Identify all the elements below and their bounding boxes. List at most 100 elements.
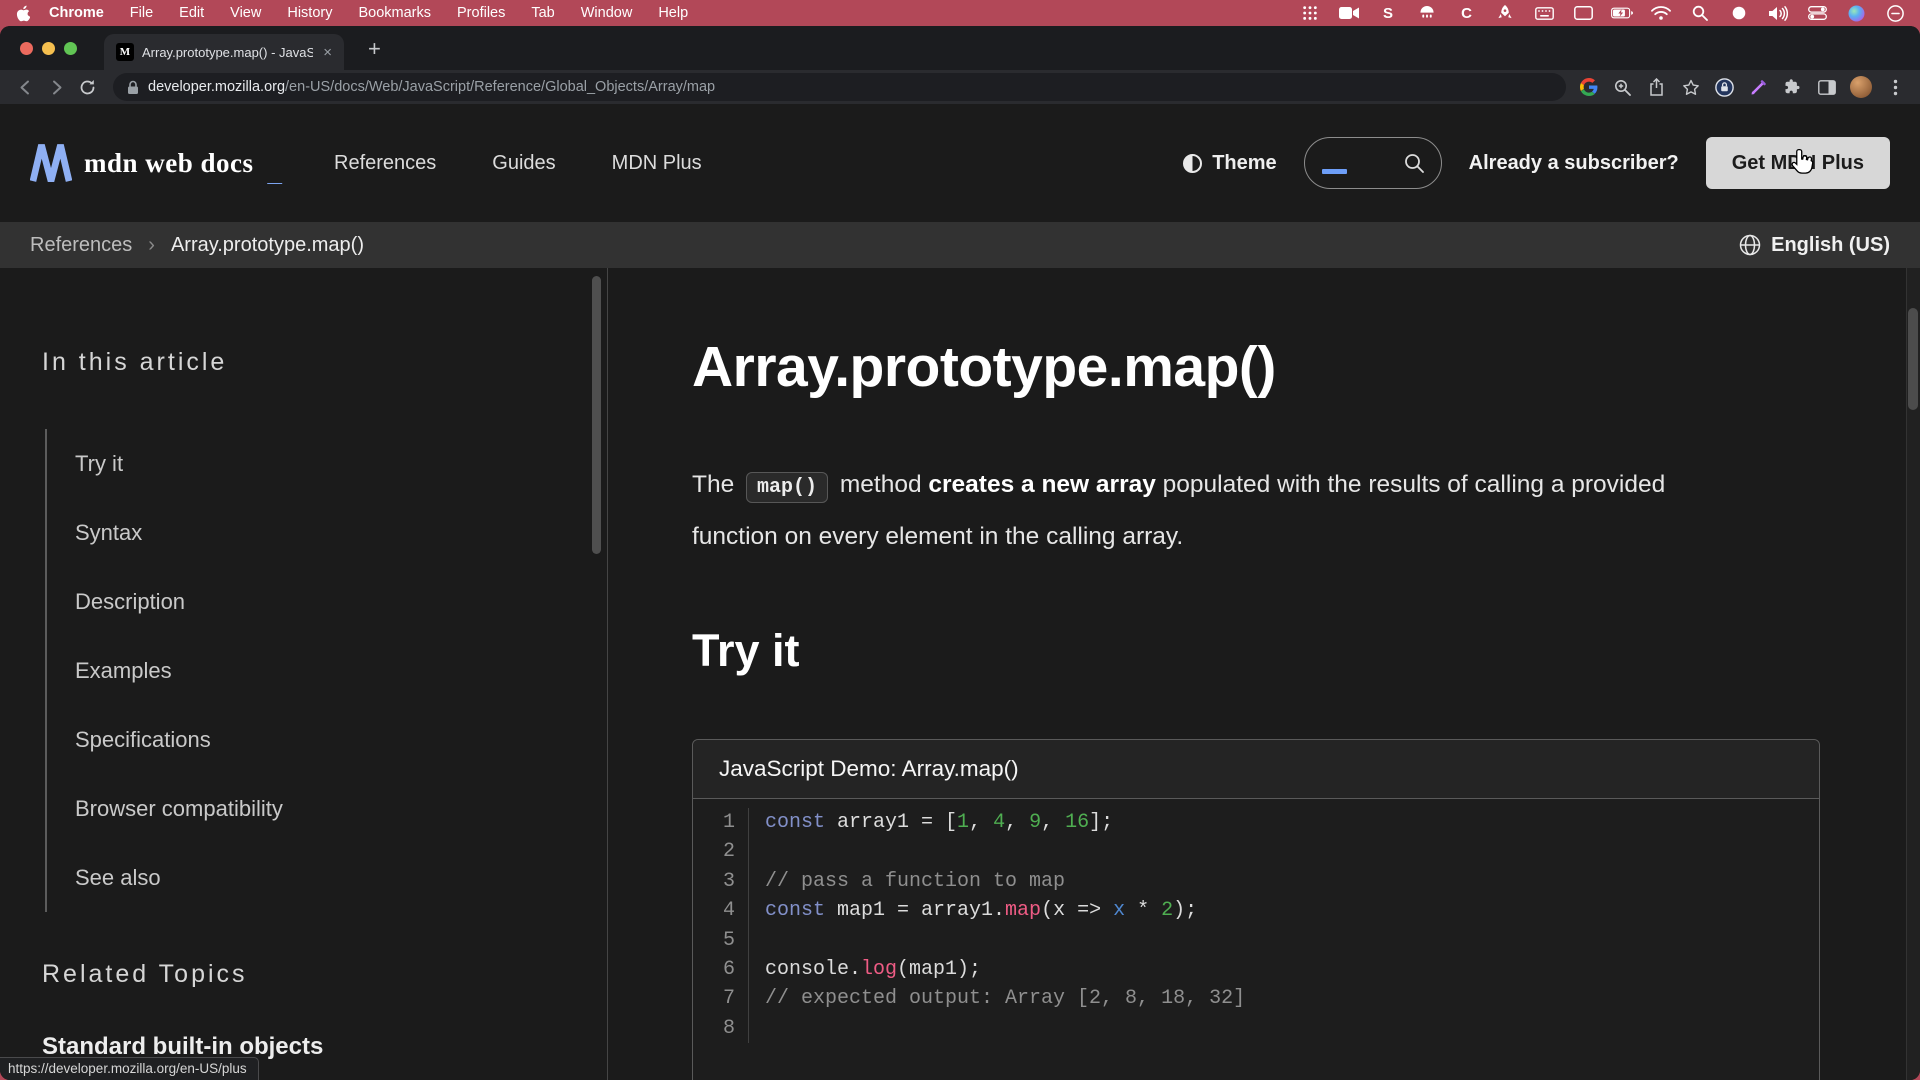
stats-icon[interactable]: S [1377,4,1399,22]
strainer-icon[interactable] [1416,4,1438,22]
interactive-demo: JavaScript Demo: Array.map() 1const arra… [692,739,1820,1080]
tab-title: Array.prototype.map() - JavaS [142,45,313,60]
menu-profiles[interactable]: Profiles [444,5,518,21]
already-subscriber-link[interactable]: Already a subscriber? [1469,152,1679,175]
menu-help[interactable]: Help [645,5,701,21]
menu-window[interactable]: Window [568,5,646,21]
nav-mdn-plus[interactable]: MDN Plus [612,152,702,175]
profile-avatar[interactable] [1850,76,1872,98]
menubar-status-icons: SC [1299,4,1910,22]
menu-file[interactable]: File [117,5,166,21]
apple-icon[interactable] [16,5,30,22]
menu-view[interactable]: View [217,5,274,21]
tab-strip: M Array.prototype.map() - JavaS × + [0,26,1920,70]
search-input[interactable] [1304,137,1442,189]
nav-references[interactable]: References [334,152,436,175]
reload-icon[interactable] [74,74,101,101]
code-text: console.log(map1); [749,955,981,984]
nav-guides[interactable]: Guides [492,152,555,175]
code-text: const array1 = [1, 4, 9, 16]; [749,808,1113,837]
menu-kebab-icon[interactable] [1885,77,1906,98]
code-line: 2 [693,837,1819,866]
page-title: Array.prototype.map() [692,334,1906,400]
toc-item-see-also[interactable]: See also [75,843,607,912]
code-text: // expected output: Array [2, 8, 18, 32] [749,984,1245,1013]
search-icon[interactable] [1689,4,1711,22]
code-editor[interactable]: 1const array1 = [1, 4, 9, 16];2 3// pass… [693,799,1819,1080]
menu-tab[interactable]: Tab [518,5,567,21]
intro-segment: method [833,471,928,498]
page-scrollbar-thumb[interactable] [1908,308,1918,410]
new-tab-button[interactable]: + [362,34,387,64]
siri-icon[interactable] [1845,4,1867,22]
toc-item-browser-compatibility[interactable]: Browser compatibility [75,774,607,843]
line-number: 6 [693,955,749,984]
record-icon[interactable] [1728,4,1750,22]
keypad-icon[interactable] [1299,4,1321,22]
close-window-button[interactable] [20,42,33,55]
code-text [749,926,777,955]
browser-tab[interactable]: M Array.prototype.map() - JavaS × [104,34,344,70]
related-topics-heading: Related Topics [42,960,607,989]
password-manager-icon[interactable] [1714,77,1735,98]
theme-toggle[interactable]: Theme [1183,152,1276,175]
bookmark-star-icon[interactable] [1680,77,1701,98]
wifi-icon[interactable] [1650,4,1672,22]
mdn-header-actions: Theme Already a subscriber? Get MDN Plus [1183,137,1890,189]
get-mdn-plus-button[interactable]: Get MDN Plus [1706,137,1890,189]
fullscreen-window-button[interactable] [64,42,77,55]
menu-edit[interactable]: Edit [166,5,217,21]
extensions-puzzle-icon[interactable] [1782,77,1803,98]
volume-icon[interactable] [1767,4,1789,22]
mdn-logo-m-icon [30,144,72,182]
line-number: 5 [693,926,749,955]
keyboard-icon[interactable] [1533,4,1555,22]
search-magnifier-icon[interactable] [1404,153,1424,173]
toc-item-examples[interactable]: Examples [75,636,607,705]
menu-chrome[interactable]: Chrome [36,5,117,21]
intro-paragraph: The map() method creates a new array pop… [692,460,1712,561]
tryit-heading: Try it [692,625,1906,677]
sidebar-panel-icon[interactable] [1816,77,1837,98]
toc-item-try-it[interactable]: Try it [75,429,607,498]
mdn-logo[interactable]: mdn web docs _ [30,144,282,182]
share-icon[interactable] [1646,77,1667,98]
minimize-window-button[interactable] [42,42,55,55]
menu-bookmarks[interactable]: Bookmarks [345,5,444,21]
display-icon[interactable] [1572,4,1594,22]
sidebar-scrollbar-thumb[interactable] [592,276,601,554]
pen-icon[interactable] [1748,77,1769,98]
camera-icon[interactable] [1338,4,1360,22]
battery-icon[interactable] [1611,4,1633,22]
toc-item-description[interactable]: Description [75,567,607,636]
code-line: 1const array1 = [1, 4, 9, 16]; [693,808,1819,837]
url-path: /en-US/docs/Web/JavaScript/Reference/Glo… [285,79,715,95]
breadcrumb-references-link[interactable]: References [30,234,132,257]
toc-heading: In this article [42,348,607,377]
menu-history[interactable]: History [274,5,345,21]
code-line: 6console.log(map1); [693,955,1819,984]
mdn-logo-cursor: _ [268,157,282,188]
cleanshot-icon[interactable]: C [1455,4,1477,22]
breadcrumb-current-page[interactable]: Array.prototype.map() [171,234,364,257]
forward-icon[interactable] [43,74,70,101]
theme-half-circle-icon [1183,154,1202,173]
toc-item-syntax[interactable]: Syntax [75,498,607,567]
menubar-menus: ChromeFileEditViewHistoryBookmarksProfil… [16,4,701,22]
control-center-icon[interactable] [1806,4,1828,22]
back-icon[interactable] [12,74,39,101]
tab-close-icon[interactable]: × [321,44,334,61]
browser-window: M Array.prototype.map() - JavaS × + deve… [0,26,1920,1080]
toc-item-specifications[interactable]: Specifications [75,705,607,774]
google-icon[interactable] [1578,77,1599,98]
zoom-plus-icon[interactable] [1612,77,1633,98]
rocket-icon[interactable] [1494,4,1516,22]
sidebar: In this article Try itSyntaxDescriptionE… [0,268,608,1080]
mdn-main-nav: References Guides MDN Plus [334,152,702,175]
language-selector[interactable]: English (US) [1739,234,1890,257]
theme-label: Theme [1212,152,1276,175]
focus-icon[interactable] [1884,4,1906,22]
address-bar[interactable]: developer.mozilla.org/en-US/docs/Web/Jav… [113,73,1566,101]
screen: ChromeFileEditViewHistoryBookmarksProfil… [0,0,1920,1080]
code-line: 4const map1 = array1.map(x => x * 2); [693,896,1819,925]
